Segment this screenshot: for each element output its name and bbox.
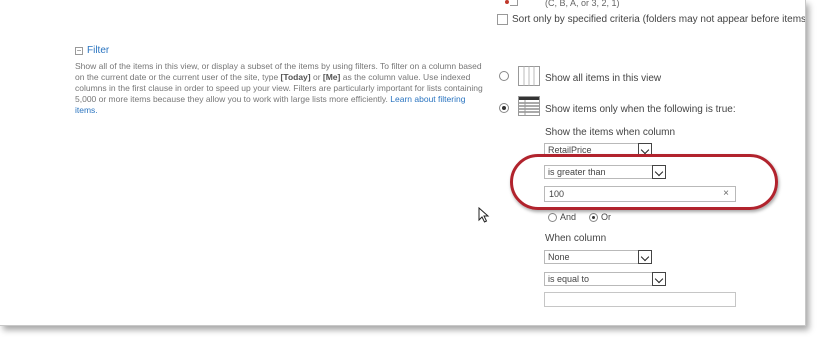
filter-description: Show all of the items in this view, or d… xyxy=(75,61,487,116)
when-column-label: When column xyxy=(545,233,607,244)
second-operator-select[interactable]: is equal to xyxy=(544,272,666,286)
chevron-down-icon[interactable] xyxy=(652,272,666,286)
filter-description-or: or xyxy=(310,72,323,82)
view-settings-panel: (C, B, A, or 3, 2, 1) Sort only by speci… xyxy=(0,0,806,326)
highlight-annotation xyxy=(510,154,778,210)
minus-box-icon[interactable]: − xyxy=(75,47,83,55)
me-token: [Me] xyxy=(322,72,341,82)
filter-section-header[interactable]: − Filter xyxy=(75,45,109,56)
second-filter-value-input[interactable] xyxy=(544,292,736,307)
filtered-list-icon xyxy=(518,96,540,116)
second-column-select-value: None xyxy=(548,252,570,262)
mouse-pointer-icon xyxy=(478,207,490,223)
second-column-select[interactable]: None xyxy=(544,250,652,264)
show-all-label: Show all items in this view xyxy=(545,73,662,84)
filter-section-title: Filter xyxy=(87,45,110,56)
sort-specified-label: Sort only by specified criteria (folders… xyxy=(512,14,806,25)
column-label: Show the items when column xyxy=(545,127,676,138)
sort-descending-icon xyxy=(510,0,518,6)
and-label: And xyxy=(560,212,577,222)
sort-radio-icon xyxy=(505,0,509,4)
sort-specified-checkbox[interactable] xyxy=(497,14,508,25)
show-all-radio[interactable] xyxy=(499,71,509,81)
or-label: Or xyxy=(601,212,611,222)
today-token: [Today] xyxy=(280,72,311,82)
or-radio[interactable] xyxy=(589,213,598,222)
second-operator-select-value: is equal to xyxy=(548,274,590,284)
show-filtered-label: Show items only when the following is tr… xyxy=(545,104,736,115)
chevron-down-icon[interactable] xyxy=(638,250,652,264)
show-filtered-radio[interactable] xyxy=(499,103,509,113)
sort-hint-text: (C, B, A, or 3, 2, 1) xyxy=(545,0,620,8)
and-radio[interactable] xyxy=(548,213,557,222)
blank-list-icon xyxy=(518,66,540,86)
